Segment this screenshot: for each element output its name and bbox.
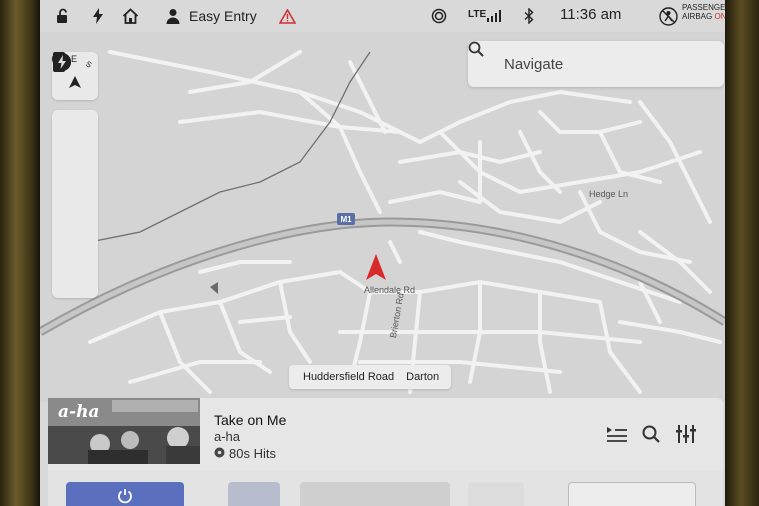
lightning-icon[interactable] (90, 7, 106, 25)
media-search-icon (642, 425, 660, 448)
equalizer-icon (676, 424, 696, 448)
queue-icon (607, 426, 627, 447)
fan-button[interactable] (468, 482, 524, 506)
chargers-button[interactable] (52, 53, 98, 294)
current-road: Huddersfield Road (303, 371, 395, 383)
map-options-group (52, 52, 98, 298)
motorway-shield: M1 (337, 213, 355, 225)
airbag-state: ON (714, 12, 725, 21)
profile-icon[interactable] (165, 7, 181, 25)
status-bar: Easy Entry LTE 11:36 am PASSENGER AIRBAG… (40, 0, 725, 32)
map-controls: E E S (52, 52, 98, 298)
signal-strength-icon (486, 7, 502, 25)
satellite-view-button[interactable] (52, 53, 98, 159)
power-button[interactable] (66, 482, 184, 506)
album-art-logo: a-ha (58, 402, 100, 422)
current-area: Darton (406, 371, 440, 383)
queue-button[interactable] (606, 426, 628, 446)
bluetooth-icon[interactable] (522, 7, 536, 25)
navigate-search-bar[interactable]: Navigate (468, 41, 724, 87)
volume-control[interactable] (568, 482, 696, 506)
album-art[interactable]: a-ha (48, 398, 200, 464)
clock[interactable]: 11:36 am (560, 6, 621, 23)
power-icon (117, 488, 133, 506)
airbag-label-line1: PASSENGER (682, 3, 725, 12)
road-label-allendale: Allendale Rd (364, 285, 416, 295)
map-roads (40, 50, 725, 394)
home-icon[interactable] (120, 7, 140, 25)
temperature-control[interactable] (300, 482, 450, 506)
screen-bezel-right (723, 0, 759, 506)
track-source[interactable]: 80s Hits (214, 446, 276, 461)
network-type: LTE (468, 9, 487, 20)
compass-south-label: S (84, 59, 94, 70)
alert-icon[interactable] (278, 7, 296, 25)
lock-icon[interactable] (54, 7, 72, 25)
media-player: a-ha Take on Me a-ha 80s Hits (48, 398, 723, 470)
climate-button[interactable] (228, 482, 280, 506)
bottom-dock (48, 470, 723, 506)
station-name: 80s Hits (229, 446, 276, 461)
screen-bezel-left (0, 0, 40, 506)
equalizer-button[interactable] (675, 424, 697, 448)
airbag-status: PASSENGER AIRBAG ON (682, 3, 725, 21)
pin-button[interactable] (52, 52, 98, 249)
traffic-button[interactable] (52, 52, 98, 204)
airbag-label-line2: AIRBAG (682, 12, 713, 21)
track-title: Take on Me (214, 412, 287, 428)
navigate-placeholder: Navigate (504, 55, 564, 73)
car-location-marker (366, 254, 386, 280)
profile-name[interactable]: Easy Entry (189, 8, 257, 24)
navigation-map[interactable]: M1 Hedge Ln Allendale Rd Brierton Rd E E… (40, 32, 725, 402)
radio-station-icon (214, 446, 225, 461)
connectivity-icon[interactable] (430, 7, 448, 25)
touchscreen: Easy Entry LTE 11:36 am PASSENGER AIRBAG… (40, 0, 725, 506)
track-artist: a-ha (214, 429, 241, 444)
road-label-hedge: Hedge Ln (589, 189, 629, 199)
airbag-off-icon (658, 6, 678, 26)
current-location-bar[interactable]: Huddersfield Road Darton (289, 365, 451, 389)
media-search-button[interactable] (640, 425, 662, 448)
